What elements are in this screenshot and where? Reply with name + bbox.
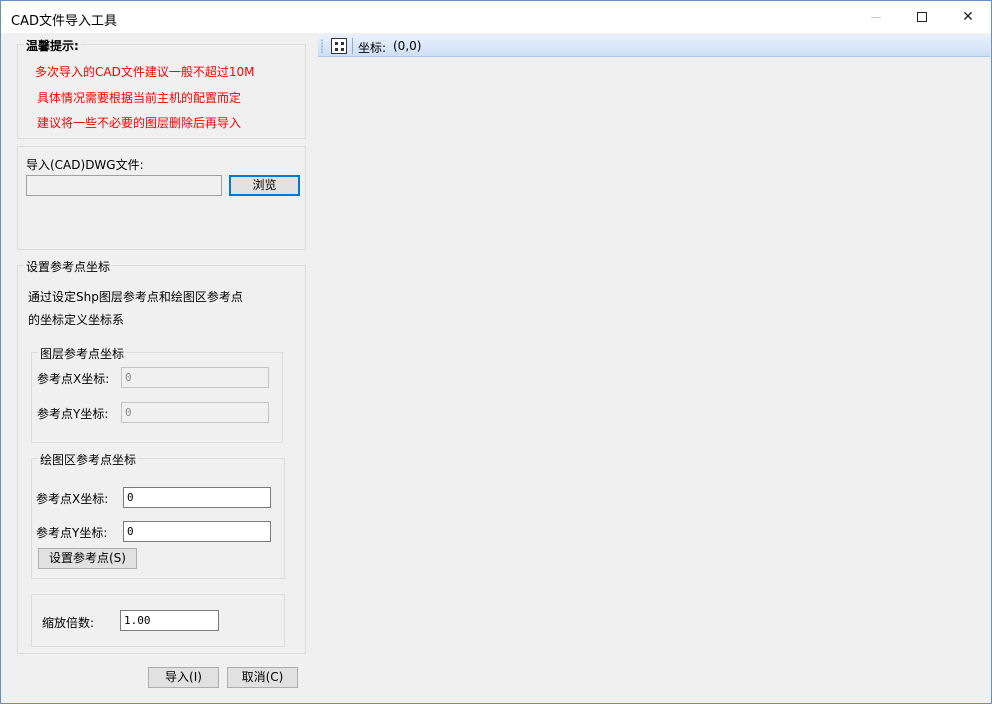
maximize-icon xyxy=(917,12,927,22)
toolbar-grip[interactable] xyxy=(321,39,323,53)
maximize-button[interactable] xyxy=(899,1,945,33)
title-bar: CAD文件导入工具 ✕ xyxy=(1,1,991,33)
layer-x-input[interactable]: 0 xyxy=(121,367,269,388)
set-reference-button[interactable]: 设置参考点(S) xyxy=(38,548,137,569)
draw-reference-title: 绘图区参考点坐标 xyxy=(38,451,139,468)
file-path-input[interactable] xyxy=(26,175,222,196)
draw-y-input[interactable]: 0 xyxy=(123,521,271,542)
tip-line: 具体情况需要根据当前主机的配置而定 xyxy=(37,91,242,105)
reference-group-title: 设置参考点坐标 xyxy=(24,258,113,275)
cancel-button[interactable]: 取消(C) xyxy=(227,667,298,688)
close-icon: ✕ xyxy=(962,9,974,25)
reference-description-1: 通过设定Shp图层参考点和绘图区参考点 xyxy=(28,290,243,304)
browse-button[interactable]: 浏览 xyxy=(229,175,300,196)
tips-group: 温馨提示: 多次导入的CAD文件建议一般不超过10M 具体情况需要根据当前主机的… xyxy=(17,37,306,139)
tip-line: 建议将一些不必要的图层删除后再导入 xyxy=(37,116,242,130)
coordinate-value: (0,0) xyxy=(393,39,422,53)
draw-reference-group: 绘图区参考点坐标 参考点X坐标: 0 参考点Y坐标: 0 设置参考点(S) xyxy=(31,451,285,579)
reference-description-2: 的坐标定义坐标系 xyxy=(28,313,125,327)
coordinate-toolbar: 坐标: (0,0) xyxy=(318,35,990,57)
import-file-label: 导入(CAD)DWG文件: xyxy=(26,158,144,172)
tips-title: 温馨提示: xyxy=(24,37,81,54)
reference-point-group: 设置参考点坐标 通过设定Shp图层参考点和绘图区参考点 的坐标定义坐标系 图层参… xyxy=(17,258,306,654)
layer-y-label: 参考点Y坐标: xyxy=(37,407,109,421)
layer-reference-title: 图层参考点坐标 xyxy=(38,345,127,362)
minimize-icon xyxy=(871,16,881,18)
dice-icon[interactable] xyxy=(331,38,347,54)
import-button[interactable]: 导入(I) xyxy=(148,667,219,688)
scale-input[interactable]: 1.00 xyxy=(120,610,219,631)
layer-reference-group: 图层参考点坐标 参考点X坐标: 0 参考点Y坐标: 0 xyxy=(31,345,283,443)
toolbar-separator xyxy=(352,38,353,54)
scale-group: 缩放倍数: 1.00 xyxy=(31,594,285,647)
draw-y-label: 参考点Y坐标: xyxy=(36,526,108,540)
window-title: CAD文件导入工具 xyxy=(11,14,117,29)
minimize-button[interactable] xyxy=(853,1,899,33)
coordinate-label: 坐标: xyxy=(358,41,387,55)
tip-line: 多次导入的CAD文件建议一般不超过10M xyxy=(35,65,255,79)
layer-y-input[interactable]: 0 xyxy=(121,402,269,423)
layer-x-label: 参考点X坐标: xyxy=(37,372,110,386)
draw-x-label: 参考点X坐标: xyxy=(36,492,109,506)
close-button[interactable]: ✕ xyxy=(945,1,991,33)
cad-import-window: CAD文件导入工具 ✕ 温馨提示: 多次导入的CAD文件建议一般不超过10M 具… xyxy=(0,0,992,704)
scale-label: 缩放倍数: xyxy=(42,616,95,630)
import-group: 导入(CAD)DWG文件: 浏览 xyxy=(17,146,306,250)
draw-x-input[interactable]: 0 xyxy=(123,487,271,508)
